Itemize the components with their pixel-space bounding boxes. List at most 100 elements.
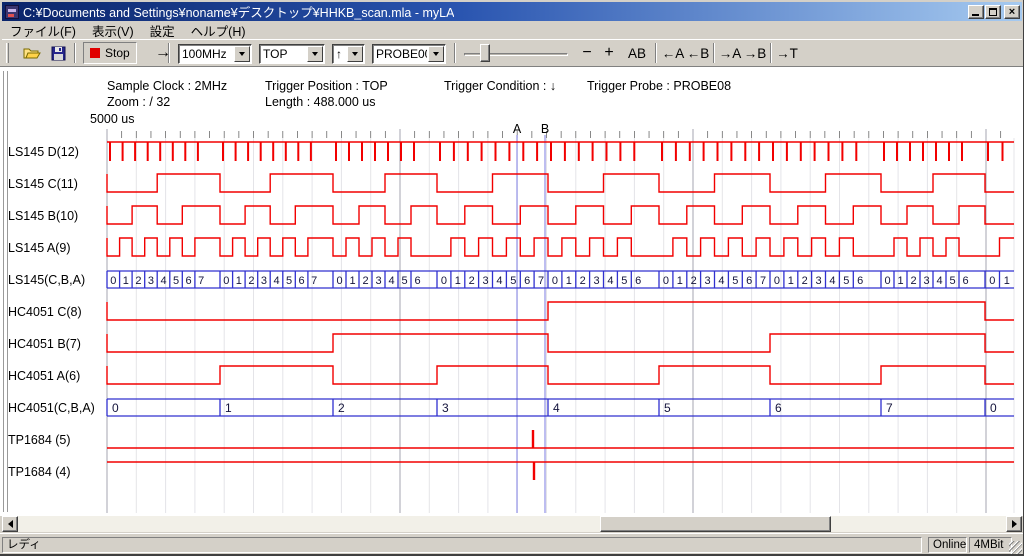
svg-text:6: 6 <box>746 275 752 287</box>
goto-marker-a-right-button[interactable]: →A <box>718 42 742 64</box>
stop-icon <box>90 48 100 58</box>
stop-button[interactable]: Stop <box>83 42 137 64</box>
status-message: レディ <box>2 537 922 553</box>
combo-dropdown-button[interactable] <box>307 46 323 62</box>
save-button[interactable] <box>46 42 70 64</box>
svg-text:3: 3 <box>594 275 600 287</box>
svg-text:6: 6 <box>186 275 192 287</box>
combo-dropdown-button[interactable] <box>428 46 444 62</box>
app-window: C:¥Documents and Settings¥noname¥デスクトップ¥… <box>0 0 1024 556</box>
goto-marker-b-right-button[interactable]: →B <box>743 42 767 64</box>
svg-text:4: 4 <box>160 275 166 287</box>
zoom-slider[interactable] <box>464 42 568 64</box>
svg-text:5: 5 <box>401 275 407 287</box>
maximize-button[interactable] <box>985 5 1001 19</box>
run-button[interactable]: → <box>148 42 178 64</box>
toolbar-gripper[interactable] <box>6 43 9 63</box>
scrollbar-thumb[interactable] <box>600 516 831 532</box>
trigger-edge-combo[interactable]: ↑ <box>332 44 365 64</box>
svg-text:6: 6 <box>299 275 305 287</box>
svg-text:0: 0 <box>990 401 997 415</box>
minimize-button[interactable] <box>968 5 984 19</box>
zoom-ab-button[interactable]: AB <box>624 42 650 64</box>
sample-clock-combo[interactable]: 100MHz <box>178 44 252 64</box>
open-file-button[interactable] <box>20 42 44 64</box>
arrow-left-icon <box>8 520 13 528</box>
trigger-position-value: TOP <box>260 47 306 61</box>
close-button[interactable]: × <box>1004 5 1020 19</box>
svg-text:2: 2 <box>691 275 697 287</box>
minus-icon: − <box>582 44 591 62</box>
waveform-client-area[interactable]: Sample Clock : 2MHz Trigger Position : T… <box>0 66 1024 516</box>
svg-text:3: 3 <box>816 275 822 287</box>
window-title: C:¥Documents and Settings¥noname¥デスクトップ¥… <box>23 2 454 21</box>
svg-text:A: A <box>513 122 522 136</box>
svg-text:3: 3 <box>923 275 929 287</box>
horizontal-scrollbar[interactable] <box>2 516 1022 532</box>
toolbar-separator <box>713 43 715 63</box>
timing-diagram[interactable]: AB01234567012345670123456012345670123456… <box>0 67 1024 517</box>
trigger-probe-value: PROBE00 <box>373 47 427 61</box>
svg-text:6: 6 <box>635 275 641 287</box>
svg-text:2: 2 <box>135 275 141 287</box>
svg-text:4: 4 <box>936 275 942 287</box>
svg-text:0: 0 <box>441 275 447 287</box>
chevron-down-icon <box>312 52 318 56</box>
trigger-edge-value: ↑ <box>333 47 346 61</box>
resize-grip[interactable] <box>1009 541 1022 554</box>
trigger-probe-combo[interactable]: PROBE00 <box>372 44 446 64</box>
goto-marker-a-left-button[interactable]: ←A <box>661 42 685 64</box>
save-floppy-icon <box>51 46 66 61</box>
goto-a-right-label: →A <box>719 46 742 61</box>
scroll-left-button[interactable] <box>2 516 18 532</box>
svg-text:7: 7 <box>760 275 766 287</box>
goto-trigger-button[interactable]: →T <box>775 42 799 64</box>
chevron-down-icon <box>433 52 439 56</box>
menu-item-1[interactable]: 表示(V) <box>84 20 142 41</box>
status-bar: レディ Online 4MBit <box>0 533 1024 554</box>
zoom-in-button[interactable]: + <box>600 42 618 64</box>
stop-label: Stop <box>105 46 130 60</box>
menu-item-0[interactable]: ファイル(F) <box>2 20 84 41</box>
combo-dropdown-button[interactable] <box>347 46 363 62</box>
svg-text:1: 1 <box>677 275 683 287</box>
svg-text:2: 2 <box>802 275 808 287</box>
svg-text:0: 0 <box>884 275 890 287</box>
menu-item-2[interactable]: 設定 <box>142 20 183 41</box>
toolbar: Stop → 100MHz TOP ↑ PROBE00 − + AB <box>2 39 1022 66</box>
svg-text:0: 0 <box>774 275 780 287</box>
svg-text:6: 6 <box>775 401 782 415</box>
goto-b-right-label: →B <box>744 46 767 61</box>
svg-text:1: 1 <box>788 275 794 287</box>
svg-text:4: 4 <box>496 275 502 287</box>
svg-text:3: 3 <box>375 275 381 287</box>
trigger-position-combo[interactable]: TOP <box>259 44 325 64</box>
svg-text:0: 0 <box>552 275 558 287</box>
menu-item-3[interactable]: ヘルプ(H) <box>183 20 254 41</box>
arrow-right-icon <box>1012 520 1017 528</box>
goto-marker-b-left-button[interactable]: ←B <box>686 42 710 64</box>
svg-text:1: 1 <box>897 275 903 287</box>
svg-text:6: 6 <box>857 275 863 287</box>
svg-text:4: 4 <box>829 275 835 287</box>
svg-text:5: 5 <box>732 275 738 287</box>
combo-dropdown-button[interactable] <box>234 46 250 62</box>
open-folder-icon <box>23 45 41 61</box>
scroll-right-button[interactable] <box>1006 516 1022 532</box>
svg-text:6: 6 <box>414 275 420 287</box>
toolbar-separator <box>770 43 772 63</box>
svg-text:5: 5 <box>843 275 849 287</box>
zoom-out-button[interactable]: − <box>578 42 596 64</box>
svg-text:3: 3 <box>483 275 489 287</box>
svg-text:6: 6 <box>524 275 530 287</box>
svg-text:B: B <box>541 122 549 136</box>
svg-text:2: 2 <box>469 275 475 287</box>
zoom-slider-thumb[interactable] <box>480 44 490 62</box>
svg-text:5: 5 <box>664 401 671 415</box>
svg-text:1: 1 <box>349 275 355 287</box>
svg-text:4: 4 <box>553 401 560 415</box>
goto-a-left-label: ←A <box>662 46 685 61</box>
svg-text:3: 3 <box>148 275 154 287</box>
svg-text:5: 5 <box>510 275 516 287</box>
svg-text:1: 1 <box>455 275 461 287</box>
